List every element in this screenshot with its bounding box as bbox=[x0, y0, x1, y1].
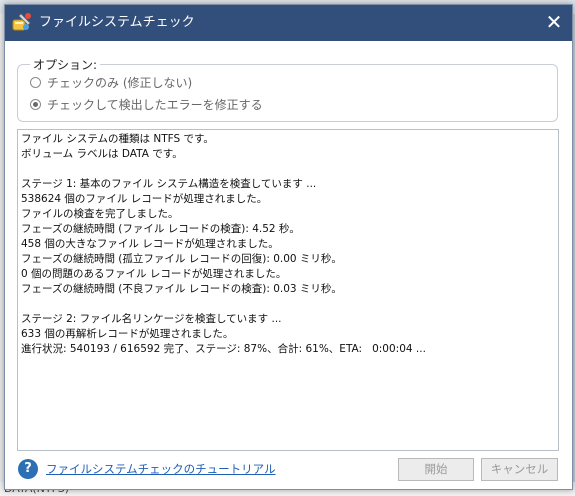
log-line: フェーズの継続時間 (孤立ファイル レコードの回復): 0.00 ミリ秒。 bbox=[21, 253, 342, 265]
log-line: ステージ 2: ファイル名リンケージを検査しています ... bbox=[21, 313, 282, 325]
dialog-title: ファイルシステムチェック bbox=[39, 15, 195, 30]
log-line: ステージ 1: 基本のファイル システム構造を検査しています ... bbox=[21, 178, 317, 190]
log-line: フェーズの継続時間 (不良ファイル レコードの検査): 0.03 ミリ秒。 bbox=[21, 283, 342, 295]
log-line: ファイルの検査を完了しました。 bbox=[21, 208, 179, 220]
start-button[interactable]: 開始 bbox=[398, 458, 474, 481]
log-line: 633 個の再解析レコードが処理されました。 bbox=[21, 328, 234, 340]
title-bar[interactable]: ファイルシステムチェック ✕ bbox=[5, 5, 572, 41]
progress-status-line: 進行状況: 540193 / 616592 完了、ステージ: 87%、合計: 6… bbox=[21, 343, 426, 355]
check-log-output[interactable]: ファイル システムの種類は NTFS です。 ボリューム ラベルは DATA で… bbox=[17, 129, 559, 451]
log-line: ファイル システムの種類は NTFS です。 bbox=[21, 133, 214, 145]
app-icon bbox=[12, 13, 31, 31]
options-legend: オプション: bbox=[30, 56, 101, 73]
radio-check-only-indicator[interactable] bbox=[30, 77, 41, 88]
log-line: 538624 個のファイル レコードが処理されました。 bbox=[21, 193, 268, 205]
log-line: 0 個の問題のあるファイル レコードが処理されました。 bbox=[21, 268, 287, 280]
help-icon[interactable]: ? bbox=[18, 459, 38, 479]
log-line: ボリューム ラベルは DATA です。 bbox=[21, 148, 183, 160]
close-button[interactable]: ✕ bbox=[542, 11, 566, 35]
log-line: フェーズの継続時間 (ファイル レコードの検査): 4.52 秒。 bbox=[21, 223, 300, 235]
radio-check-only[interactable]: チェックのみ (修正しない) bbox=[30, 74, 192, 91]
tutorial-link[interactable]: ファイルシステムチェックのチュートリアル bbox=[46, 461, 276, 477]
cancel-button[interactable]: キャンセル bbox=[481, 458, 558, 481]
radio-check-and-fix-label: チェックして検出したエラーを修正する bbox=[47, 98, 263, 112]
radio-check-and-fix-indicator[interactable] bbox=[30, 99, 41, 110]
radio-check-and-fix[interactable]: チェックして検出したエラーを修正する bbox=[30, 96, 263, 113]
radio-check-only-label: チェックのみ (修正しない) bbox=[47, 76, 193, 90]
file-system-check-dialog: ファイルシステムチェック ✕ オプション: チェックのみ (修正しない) チェッ… bbox=[4, 4, 573, 490]
log-line: 458 個の大きなファイル レコードが処理されました。 bbox=[21, 238, 279, 250]
options-group: オプション: チェックのみ (修正しない) チェックして検出したエラーを修正する bbox=[17, 56, 558, 122]
